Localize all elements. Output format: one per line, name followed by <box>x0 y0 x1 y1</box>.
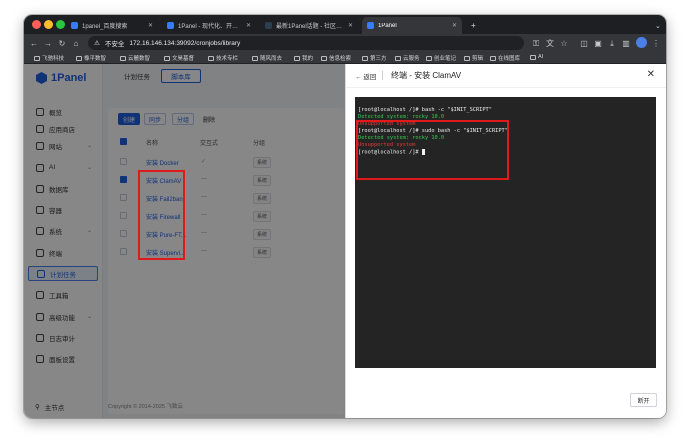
baidu-icon <box>71 22 78 29</box>
browser-toolbar: ← → ↻ ⌂ ⚠ 不安全 172.16.146.134:39092/cronj… <box>24 34 666 53</box>
bookmark-item[interactable]: 信息检索 <box>321 54 351 62</box>
translate-icon[interactable]: 文 <box>544 37 556 50</box>
folder-icon <box>164 55 170 61</box>
back-button[interactable]: ← 返回 <box>355 71 376 81</box>
folder-icon <box>208 55 214 61</box>
browser-tab-active[interactable]: 1Panel ✕ <box>362 17 462 34</box>
browser-tab[interactable]: 最新1Panel话题 - 社区论坛 - F ✕ <box>260 17 358 34</box>
drawer-title: 终端 - 安装 ClamAV <box>391 71 462 80</box>
close-window-button[interactable] <box>32 20 41 29</box>
bookmark-item[interactable]: 橡平数智 <box>76 54 106 62</box>
folder-icon <box>362 55 368 61</box>
bookmark-item[interactable]: 第三方 <box>362 54 387 62</box>
terminal-drawer: ← 返回 终端 - 安装 ClamAV ✕ [root@localhost /]… <box>345 64 666 418</box>
terminal-command-line: [root@localhost /]# bash -c "$INIT_SCRIP… <box>358 107 492 113</box>
minimize-window-button[interactable] <box>44 20 53 29</box>
folder-icon <box>120 55 126 61</box>
bookmark-item[interactable]: 飞驰科技 <box>34 54 64 62</box>
screenshot-icon[interactable]: ▣ <box>592 37 604 50</box>
bookmark-star-icon[interactable]: ☆ <box>558 37 570 50</box>
reload-icon[interactable]: ↻ <box>56 37 68 50</box>
folder-icon <box>490 55 496 61</box>
bookmark-item[interactable]: 在线图库 <box>490 54 520 62</box>
bookmark-item[interactable]: 随风而去 <box>252 54 282 62</box>
browser-tab-bar: 1panel_百度搜索 ✕ 1Panel - 现代化、开源的 Linux ✕ 最… <box>24 15 666 34</box>
forward-arrow-icon[interactable]: → <box>42 37 54 50</box>
close-tab-icon[interactable]: ✕ <box>348 22 353 29</box>
folder-icon <box>426 55 432 61</box>
bookmark-item[interactable]: 我的 <box>294 54 313 62</box>
bookmark-item[interactable]: AI <box>530 54 543 60</box>
close-tab-icon[interactable]: ✕ <box>148 22 153 29</box>
more-menu-icon[interactable]: ⋮ <box>650 37 662 50</box>
insecure-label: 不安全 <box>104 41 125 48</box>
bookmark-item[interactable]: 技术专栏 <box>208 54 238 62</box>
header-divider <box>382 71 383 80</box>
bookmark-item[interactable]: 剪辑 <box>464 54 483 62</box>
highlight-box-terminal <box>356 120 509 180</box>
bookmarks-bar: 飞驰科技 橡平数智 云麓数智 文昊基督 技术专栏 随风而去 我的 信息检索 第三… <box>24 53 666 64</box>
folder-icon <box>395 55 401 61</box>
folder-icon <box>530 54 536 60</box>
sidepanel-icon[interactable]: ▥ <box>620 37 632 50</box>
download-icon[interactable]: ⤓ <box>606 37 618 50</box>
browser-window: 1panel_百度搜索 ✕ 1Panel - 现代化、开源的 Linux ✕ 最… <box>24 15 666 418</box>
home-icon[interactable]: ⌂ <box>70 37 82 50</box>
new-tab-button[interactable]: + <box>466 17 480 34</box>
folder-icon <box>34 55 40 61</box>
folder-icon <box>294 55 300 61</box>
maximize-window-button[interactable] <box>56 20 65 29</box>
back-arrow-icon: ← <box>355 74 362 81</box>
bookmark-item[interactable]: 云服务 <box>395 54 420 62</box>
folder-icon <box>321 55 327 61</box>
disconnect-button[interactable]: 断开 <box>630 393 657 407</box>
folder-icon <box>464 55 470 61</box>
bookmark-item[interactable]: 云麓数智 <box>120 54 150 62</box>
address-bar[interactable]: ⚠ 不安全 172.16.146.134:39092/cronjobs/libr… <box>88 36 524 50</box>
browser-tab[interactable]: 1panel_百度搜索 ✕ <box>66 17 158 34</box>
1panel-icon <box>167 22 174 29</box>
insecure-warning-icon: ⚠ <box>94 40 100 47</box>
forum-icon <box>265 22 272 29</box>
1panel-icon <box>367 22 374 29</box>
back-arrow-icon[interactable]: ← <box>28 37 40 50</box>
tab-menu-chevron-icon[interactable]: ⌄ <box>650 17 662 34</box>
profile-avatar[interactable] <box>636 37 647 48</box>
folder-icon <box>76 55 82 61</box>
close-tab-icon[interactable]: ✕ <box>246 22 251 29</box>
url-text: 172.16.146.134:39092/cronjobs/library <box>129 39 241 47</box>
close-tab-icon[interactable]: ✕ <box>452 22 457 29</box>
bookmark-item[interactable]: 文昊基督 <box>164 54 194 62</box>
extension-icon[interactable]: ◫ <box>578 37 590 50</box>
browser-tab[interactable]: 1Panel - 现代化、开源的 Linux ✕ <box>162 17 256 34</box>
bookmark-item[interactable]: 创业笔记 <box>426 54 456 62</box>
key-icon[interactable]: ⚿ <box>530 37 542 50</box>
highlight-box-script-names <box>138 170 185 260</box>
folder-icon <box>252 55 258 61</box>
drawer-header: ← 返回 终端 - 安装 ClamAV ✕ <box>346 64 666 88</box>
close-icon[interactable]: ✕ <box>647 69 655 80</box>
